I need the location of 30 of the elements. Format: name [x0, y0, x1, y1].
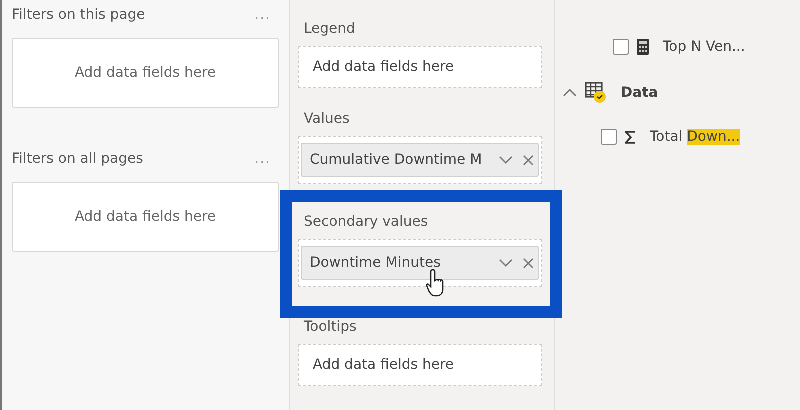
well-label: Tooltips	[304, 318, 358, 337]
table-name[interactable]: Data	[621, 85, 658, 101]
well-label: Legend	[304, 20, 356, 39]
placeholder-text: Add data fields here	[313, 357, 454, 373]
well-label: Values	[304, 110, 351, 129]
sigma-icon	[625, 130, 636, 144]
collapse-caret-icon[interactable]	[563, 88, 577, 98]
drop-zone[interactable]: Add data fields here	[298, 344, 542, 386]
drop-zone[interactable]: Cumulative Downtime M	[298, 136, 542, 184]
chevron-down-icon[interactable]	[499, 156, 513, 164]
close-icon[interactable]	[523, 258, 534, 268]
field-name[interactable]: Top N Ven...	[663, 39, 746, 55]
drop-zone[interactable]: Add data fields here	[12, 182, 279, 252]
close-icon[interactable]	[523, 154, 534, 166]
field-name: Cumulative Downtime M	[310, 152, 484, 168]
calculator-icon	[637, 39, 649, 55]
drop-zone[interactable]: Add data fields here	[12, 38, 279, 108]
drop-zone[interactable]: Add data fields here	[298, 46, 542, 88]
placeholder-text: Add data fields here	[313, 59, 454, 75]
section-title: Filters on all pages	[12, 151, 144, 167]
field-name: Downtime Minutes	[310, 255, 442, 271]
checkbox[interactable]	[601, 129, 617, 145]
checkbox[interactable]	[613, 39, 629, 55]
chevron-down-icon[interactable]	[499, 258, 513, 268]
table-icon	[585, 82, 609, 104]
well-label: Secondary values	[304, 213, 430, 232]
section-title: Filters on this page	[12, 7, 146, 23]
field-chip[interactable]: Cumulative Downtime M	[301, 143, 539, 177]
drop-zone[interactable]: Downtime Minutes	[298, 239, 542, 287]
field-chip[interactable]: Downtime Minutes	[301, 246, 539, 280]
